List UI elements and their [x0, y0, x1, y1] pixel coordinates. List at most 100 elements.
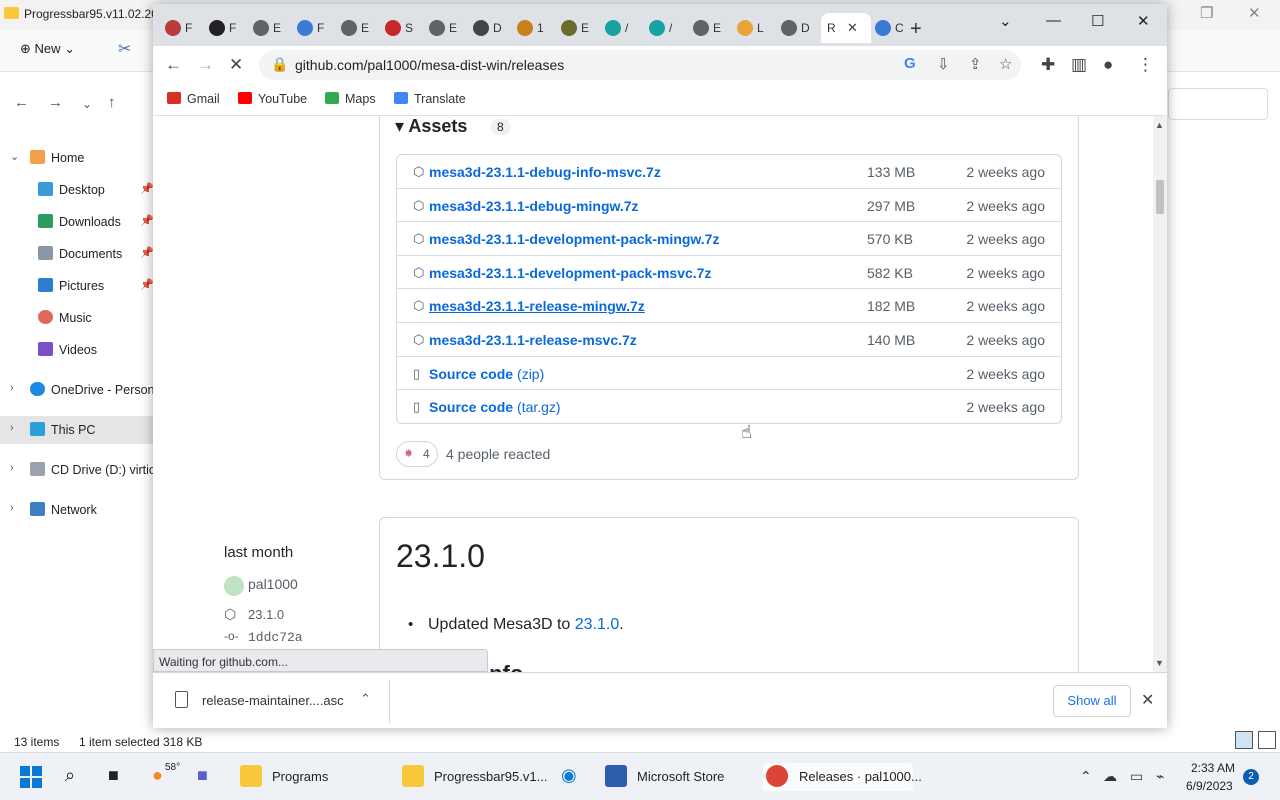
close-icon[interactable]: ✕: [1141, 690, 1154, 710]
details-view-icon[interactable]: [1235, 731, 1253, 749]
search-icon[interactable]: ⌕: [65, 765, 75, 786]
url-text[interactable]: github.com/pal1000/mesa-dist-win/release…: [295, 57, 564, 73]
commit-link[interactable]: 1ddc72a: [248, 630, 303, 645]
tab[interactable]: C: [871, 13, 915, 43]
profile-avatar-icon[interactable]: ●: [1103, 55, 1113, 75]
tab[interactable]: E: [249, 13, 293, 43]
tab[interactable]: 1: [513, 13, 557, 43]
back-arrow-icon[interactable]: ←: [14, 94, 29, 111]
new-tab-button[interactable]: +: [910, 18, 922, 41]
lock-icon[interactable]: 🔒: [271, 56, 288, 73]
forward-arrow-icon[interactable]: →: [48, 94, 63, 111]
forward-arrow-icon[interactable]: →: [197, 55, 214, 75]
tree-item-videos[interactable]: Videos: [0, 336, 153, 364]
windows-start-icon[interactable]: [20, 766, 42, 788]
tab[interactable]: /: [601, 13, 645, 43]
reaction-button[interactable]: ✸ 4: [396, 441, 438, 467]
chevron-right-icon[interactable]: ›: [10, 422, 14, 434]
tiles-view-icon[interactable]: [1258, 731, 1276, 749]
tree-item-pictures[interactable]: Pictures 📌: [0, 272, 153, 300]
asset-link[interactable]: Source code (zip): [429, 366, 544, 382]
asset-link[interactable]: mesa3d-23.1.1-development-pack-mingw.7z: [429, 231, 719, 247]
tab[interactable]: E: [557, 13, 601, 43]
tab[interactable]: E: [337, 13, 381, 43]
bookmark-star-icon[interactable]: ☆: [999, 55, 1012, 73]
task-view-icon[interactable]: ■: [108, 765, 119, 786]
display-icon[interactable]: ▭: [1130, 768, 1143, 785]
close-icon[interactable]: ✕: [1137, 12, 1150, 30]
google-lens-icon[interactable]: G: [904, 55, 916, 72]
assets-toggle[interactable]: ▾ Assets: [395, 116, 467, 137]
tab[interactable]: /: [645, 13, 689, 43]
download-filename[interactable]: release-maintainer....asc: [202, 693, 344, 708]
tree-item-onedrive[interactable]: › OneDrive - Personal: [0, 376, 153, 404]
tree-item-this-pc[interactable]: › This PC: [0, 416, 153, 444]
cut-icon[interactable]: ✂: [118, 39, 131, 59]
scroll-up-icon[interactable]: ▲: [1155, 120, 1164, 130]
minimize-icon[interactable]: —: [1046, 12, 1061, 29]
install-app-icon[interactable]: ⇩: [937, 55, 950, 73]
network-icon[interactable]: ⌁: [1156, 768, 1164, 785]
bookmark-translate[interactable]: Translate: [394, 92, 466, 106]
notification-badge[interactable]: 2: [1243, 769, 1259, 785]
tree-item-home[interactable]: ⌄ Home: [0, 144, 153, 172]
chevron-right-icon[interactable]: ›: [10, 382, 14, 394]
chevron-down-icon[interactable]: ⌄: [999, 12, 1012, 30]
show-all-button[interactable]: Show all: [1053, 685, 1131, 717]
onedrive-cloud-icon[interactable]: ☁: [1103, 768, 1117, 785]
tree-item-cd-drive[interactable]: › CD Drive (D:) virtio-win: [0, 456, 153, 484]
tree-item-music[interactable]: Music: [0, 304, 153, 332]
taskbar-app-progressbar[interactable]: Progressbar95.v1...: [402, 763, 552, 791]
side-panel-icon[interactable]: ▥: [1071, 55, 1087, 75]
close-icon[interactable]: ✕: [847, 20, 858, 36]
tag-link[interactable]: 23.1.0: [248, 607, 284, 622]
explorer-search-input[interactable]: [1168, 88, 1268, 120]
asset-link[interactable]: mesa3d-23.1.1-release-mingw.7z: [429, 298, 645, 314]
tab[interactable]: E: [689, 13, 733, 43]
chevron-right-icon[interactable]: ›: [10, 462, 14, 474]
author-link[interactable]: pal1000: [248, 576, 298, 592]
asset-link[interactable]: mesa3d-23.1.1-release-msvc.7z: [429, 332, 637, 348]
bookmark-maps[interactable]: Maps: [325, 92, 376, 106]
weather-icon[interactable]: ●: [152, 765, 163, 786]
tree-item-documents[interactable]: Documents 📌: [0, 240, 153, 268]
asset-link[interactable]: mesa3d-23.1.1-development-pack-msvc.7z: [429, 265, 711, 281]
tab-active[interactable]: R ✕: [821, 13, 871, 43]
taskbar-app-chrome[interactable]: Releases · pal1000...: [763, 763, 922, 791]
chevron-down-icon[interactable]: ⌄: [10, 150, 19, 163]
close-icon[interactable]: ✕: [1248, 4, 1261, 22]
bookmark-youtube[interactable]: YouTube: [238, 92, 307, 106]
recent-chevron-icon[interactable]: ⌄: [82, 97, 92, 111]
tree-item-network[interactable]: › Network: [0, 496, 153, 524]
taskbar-app-programs[interactable]: Programs: [240, 763, 360, 791]
clock-time[interactable]: 2:33 AM: [1191, 761, 1235, 775]
tab[interactable]: F: [205, 13, 249, 43]
scroll-thumb[interactable]: [1156, 180, 1164, 214]
tab[interactable]: S: [381, 13, 425, 43]
tab[interactable]: L: [733, 13, 777, 43]
taskbar-app-store[interactable]: Microsoft Store: [605, 763, 745, 791]
tab[interactable]: F: [161, 13, 205, 43]
release-title[interactable]: 23.1.0: [396, 538, 485, 575]
maximize-icon[interactable]: ☐: [1091, 12, 1104, 30]
page-scrollbar[interactable]: ▲ ▼: [1153, 116, 1167, 672]
asset-link[interactable]: Source code (tar.gz): [429, 399, 561, 415]
tab[interactable]: E: [425, 13, 469, 43]
tab[interactable]: D: [469, 13, 513, 43]
show-hidden-icons-chevron[interactable]: ⌃: [1080, 768, 1092, 785]
tree-item-downloads[interactable]: Downloads 📌: [0, 208, 153, 236]
edge-icon[interactable]: ◉: [561, 765, 577, 786]
up-arrow-icon[interactable]: ↑: [108, 94, 116, 111]
asset-link[interactable]: mesa3d-23.1.1-debug-info-msvc.7z: [429, 164, 661, 180]
restore-icon[interactable]: ❐: [1200, 4, 1213, 22]
share-icon[interactable]: ⇪: [969, 55, 982, 73]
back-arrow-icon[interactable]: ←: [165, 55, 182, 75]
new-button[interactable]: ⊕ New ⌄: [20, 41, 75, 57]
bookmark-gmail[interactable]: Gmail: [167, 92, 220, 106]
chevron-right-icon[interactable]: ›: [10, 502, 14, 514]
scroll-down-icon[interactable]: ▼: [1155, 658, 1164, 668]
tab[interactable]: F: [293, 13, 337, 43]
clock-date[interactable]: 6/9/2023: [1186, 779, 1233, 793]
menu-kebab-icon[interactable]: ⋮: [1137, 55, 1154, 75]
tab[interactable]: D: [777, 13, 821, 43]
